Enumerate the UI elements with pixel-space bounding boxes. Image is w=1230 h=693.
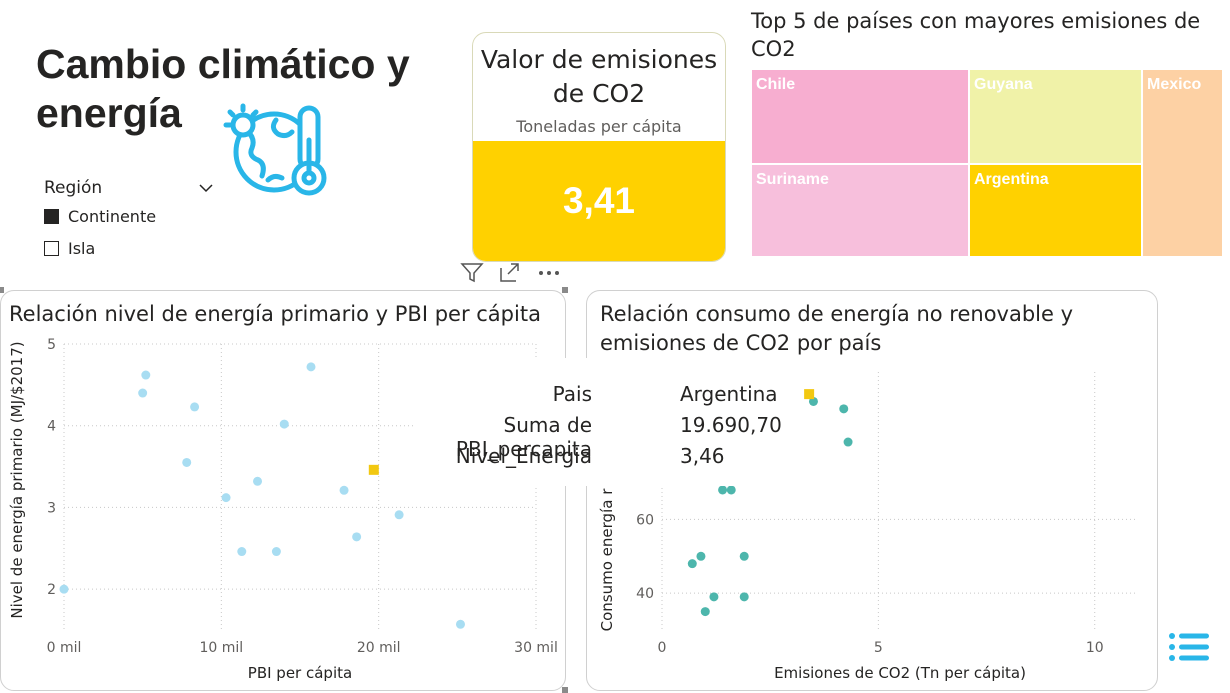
treemap-cell-argentina[interactable]: Argentina: [969, 164, 1142, 257]
kpi-value: 3,41: [473, 141, 725, 261]
tooltip-value: 3,46: [680, 444, 725, 468]
data-point: [306, 362, 316, 372]
scatter2-title: Relación consumo de energía no renovable…: [600, 302, 1074, 355]
y-tick-label: 4: [47, 419, 56, 435]
chevron-down-icon[interactable]: [198, 178, 214, 198]
checkbox-unchecked[interactable]: [44, 240, 59, 256]
data-point: [271, 547, 281, 557]
data-point: [700, 607, 710, 617]
slicer-option-continente[interactable]: Continente: [44, 200, 214, 232]
x-tick-label: 20 mil: [357, 640, 401, 656]
climate-earth-thermometer-icon: [216, 100, 336, 200]
x-axis-label: Emisiones de CO2 (Tn per cápita): [774, 664, 1026, 682]
data-point: [709, 592, 719, 602]
data-point: [394, 510, 404, 520]
slicer-option-label: Isla: [68, 238, 96, 258]
treemap-cell-guyana[interactable]: Guyana: [969, 69, 1142, 164]
treemap-cell-mexico[interactable]: Mexico: [1142, 69, 1223, 257]
x-axis-label: PBI per cápita: [248, 664, 352, 682]
data-point: [843, 437, 853, 447]
resize-handle[interactable]: [562, 287, 568, 293]
x-tick-label: 5: [874, 640, 883, 656]
checkbox-checked[interactable]: [44, 208, 59, 224]
kpi-card: Valor de emisiones de CO2 Toneladas per …: [472, 32, 726, 262]
highlight-point: [804, 389, 815, 400]
kpi-subtitle: Toneladas per cápita: [516, 117, 682, 136]
data-point: [739, 551, 749, 561]
data-point: [739, 592, 749, 602]
data-point: [138, 388, 148, 398]
x-tick-label: 10 mil: [199, 640, 243, 656]
tooltip-key: Nivel_Energia: [455, 444, 592, 468]
kpi-title: Valor de emisiones de CO2: [480, 45, 718, 108]
scatter1-title: Relación nivel de energía primario y PBI…: [9, 302, 541, 326]
data-point: [696, 551, 706, 561]
x-tick-label: 30 mil: [514, 640, 558, 656]
slicer-option-isla[interactable]: Isla: [44, 232, 214, 264]
data-point: [279, 419, 289, 429]
data-point: [221, 493, 231, 503]
data-point: [253, 476, 263, 486]
data-point: [237, 547, 247, 557]
x-tick-label: 0 mil: [47, 640, 82, 656]
data-point: [182, 457, 192, 467]
region-slicer: Región Continente Isla: [44, 176, 214, 264]
data-point: [718, 485, 728, 495]
y-tick-label: 60: [636, 512, 654, 528]
slicer-header[interactable]: Región: [44, 176, 214, 200]
y-tick-label: 3: [47, 500, 56, 516]
y-tick-label: 2: [47, 582, 56, 598]
tooltip-key: Pais: [552, 382, 592, 406]
y-axis-label: Nivel de energía primario (MJ/$2017): [8, 341, 26, 618]
resize-handle[interactable]: [0, 287, 4, 293]
tooltip-value: 19.690,70: [680, 413, 782, 437]
slicer-label: Región: [44, 178, 103, 198]
data-point: [455, 619, 465, 629]
x-tick-label: 10: [1086, 640, 1104, 656]
y-tick-label: 5: [47, 337, 56, 353]
more-options-icon[interactable]: [536, 262, 562, 288]
tooltip-value: Argentina: [680, 382, 778, 406]
y-axis-label: Consumo energía r: [598, 488, 616, 632]
treemap-cell-chile[interactable]: Chile: [751, 69, 969, 164]
y-tick-label: 40: [636, 586, 654, 602]
tooltip: Pais Argentina Suma de PBI_percapita 19.…: [416, 358, 792, 486]
treemap-cell-suriname[interactable]: Suriname: [751, 164, 969, 257]
data-point: [839, 404, 849, 414]
data-point: [141, 370, 151, 380]
data-point: [726, 485, 736, 495]
data-point: [352, 532, 362, 542]
treemap: Chile Guyana Mexico Suriname Argentina: [751, 69, 1223, 257]
filter-icon[interactable]: [460, 262, 484, 288]
treemap-title: Top 5 de países con mayores emisiones de…: [751, 9, 1201, 61]
x-tick-label: 0: [658, 640, 667, 656]
highlight-point: [368, 464, 379, 475]
data-point: [687, 559, 697, 569]
focus-mode-icon[interactable]: [498, 262, 522, 288]
list-icon[interactable]: [1168, 632, 1210, 662]
data-point: [59, 584, 69, 594]
visual-toolbar: [460, 262, 570, 288]
data-point: [339, 485, 349, 495]
data-point: [190, 402, 200, 412]
slicer-option-label: Continente: [68, 206, 157, 226]
